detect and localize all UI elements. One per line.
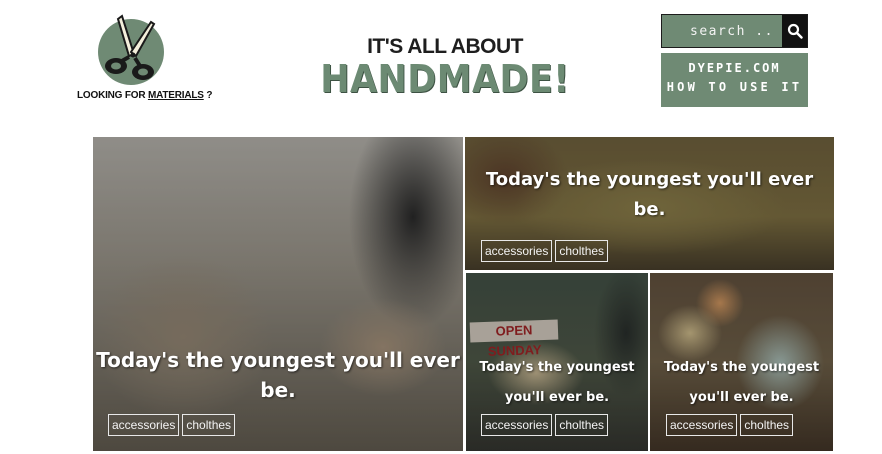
tag-cholthes[interactable]: cholthes [555,240,609,262]
logo-caption-suffix: ? [203,90,213,101]
post-tags: accessories cholthes [481,414,609,436]
post-tile[interactable]: OPEN SUNDAY Today's the youngest you'll … [466,273,648,451]
post-headline[interactable]: Today's the youngest you'll ever be. [465,165,834,225]
post-tags: accessories cholthes [666,414,794,436]
tagline-big: HANDMADE! [320,57,570,101]
scissors-icon [98,14,164,85]
featured-post-tile[interactable]: Today's the youngest you'll ever be. acc… [93,137,463,451]
tag-cholthes[interactable]: cholthes [555,414,609,436]
search-icon [787,23,803,39]
tag-accessories[interactable]: accessories [481,240,553,262]
post-tile[interactable]: Today's the youngest you'll ever be. acc… [650,273,833,451]
post-headline[interactable]: Today's the youngest you'll ever be. [650,353,833,413]
search-button[interactable] [782,15,807,47]
tag-accessories[interactable]: accessories [666,414,738,436]
post-headline[interactable]: Today's the youngest you'll ever be. [466,353,648,413]
post-headline[interactable]: Today's the youngest you'll ever be. [93,345,463,405]
tag-accessories[interactable]: accessories [481,414,553,436]
tag-cholthes[interactable]: cholthes [182,414,236,436]
ad-line-2: HOW TO USE IT [666,80,803,94]
tagline: IT'S ALL ABOUT HANDMADE! [300,35,590,101]
post-tags: accessories cholthes [108,414,236,436]
materials-link[interactable]: MATERIALS [148,90,204,101]
search-box [661,14,808,48]
post-tile[interactable]: Today's the youngest you'll ever be. acc… [465,137,834,270]
search-input[interactable] [662,15,782,47]
ad-line-1: DYEPIE.COM [688,61,781,75]
dyepie-ad-banner[interactable]: DYEPIE.COM HOW TO USE IT [661,53,808,107]
tagline-small: IT'S ALL ABOUT [367,35,523,58]
tag-accessories[interactable]: accessories [108,414,180,436]
logo-caption: LOOKING FOR MATERIALS ? [77,90,212,101]
logo-caption-prefix: LOOKING FOR [77,90,148,101]
scissors-logo[interactable] [96,14,168,86]
post-tags: accessories cholthes [481,240,609,262]
tag-cholthes[interactable]: cholthes [740,414,794,436]
